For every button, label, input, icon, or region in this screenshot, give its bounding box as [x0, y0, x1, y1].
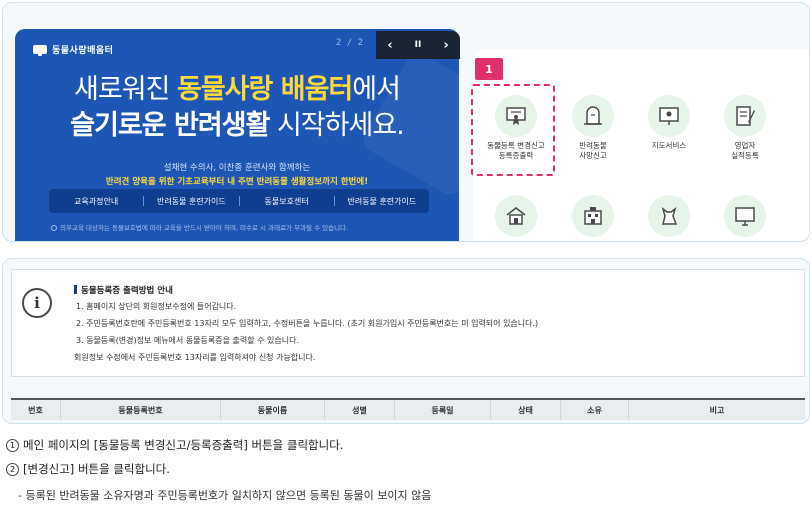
instruction-step-1: 1 메인 페이지의 [동물등록 변경신고/등록증출력] 버튼을 클릭합니다.: [6, 437, 343, 453]
table-header-reg-date: 등록일: [395, 400, 491, 420]
guide-line: 3. 동물등록(변경)정보 메뉴에서 동물등록증을 출력할 수 있습니다.: [76, 336, 300, 345]
banner-subtitle-highlight: 반려견 양육을 위한 기초교육부터 내 주변 반려동물 생활정보까지 한번에!: [105, 177, 369, 187]
banner-menu-item-shelter[interactable]: 동물보호센터: [240, 196, 334, 207]
instruction-step-2: 2 [변경신고] 버튼을 클릭합니다.: [6, 461, 170, 477]
next-slide-button[interactable]: ›: [432, 31, 460, 59]
info-icon: i: [22, 288, 52, 318]
graduation-cap-icon: [33, 45, 47, 56]
banner-menu-item-course[interactable]: 교육과정안내: [49, 196, 143, 207]
pause-slide-button[interactable]: II: [404, 31, 432, 59]
registration-page-screenshot: i 동물등록증 출력방법 안내 1. 홈페이지 상단의 회원정보수정에 들어갑니…: [2, 258, 810, 424]
banner-controls: ‹ II ›: [376, 31, 460, 59]
banner-subtitle: 설채현 수의사, 이찬종 훈련사와 함께하는: [163, 163, 311, 173]
guide-title: 동물등록증 출력방법 안내: [74, 284, 173, 296]
banner-menu: 교육과정안내 반려동물 훈련가이드 동물보호센터 반려동물 훈련가이드: [49, 189, 429, 213]
monitor-icon: [724, 195, 766, 237]
banner-menu-item-training-guide[interactable]: 반려동물 훈련가이드: [144, 196, 238, 207]
service-death-report[interactable]: 반려동물 사망신고: [554, 95, 632, 161]
table-header-status: 상태: [491, 400, 561, 420]
guide-box: i 동물등록증 출력방법 안내 1. 홈페이지 상단의 회원정보수정에 들어갑니…: [11, 269, 805, 377]
highlight-box: [471, 84, 555, 176]
main-banner[interactable]: 동물사랑배움터 2 / 2 새로워진 동물사랑 배움터에서 슬기로운 반려생활 …: [15, 29, 459, 241]
service-label: 반려동물 사망신고: [579, 141, 607, 161]
gravestone-icon: [572, 95, 614, 137]
service-label: 지도서비스: [651, 141, 687, 150]
table-header-name: 동물이름: [221, 400, 325, 420]
service-business-record[interactable]: 영업자 실적등록: [706, 95, 784, 161]
service-facility[interactable]: [554, 195, 632, 237]
guide-line: 회원정보 수정에서 주민등록번호 13자리를 입력하셔야 신청 가능합니다.: [74, 353, 316, 362]
banner-menu-item-training-guide-2[interactable]: 반려동물 훈련가이드: [335, 196, 429, 207]
banner-notice: 의무교육 대상자는 동물보호법에 따라 교육을 반드시 받아야 하며, 미수료 …: [51, 222, 348, 232]
service-shelter[interactable]: [477, 195, 555, 237]
step-number: 2: [6, 463, 19, 476]
building-icon: [572, 195, 614, 237]
banner-headline-1: 새로워진 동물사랑 배움터에서: [74, 74, 401, 105]
site-logo-text: 동물사랑배움터: [52, 46, 114, 56]
map-board-icon: [648, 95, 690, 137]
table-header-gender: 성별: [325, 400, 395, 420]
prev-slide-button[interactable]: ‹: [376, 31, 404, 59]
instruction-note: - 등록된 반려동물 소유자명과 주민등록번호가 일치하지 않으면 등록된 동물…: [18, 489, 432, 502]
banner-pager: 2 / 2: [335, 38, 363, 48]
table-header-owner: 소유: [561, 400, 629, 420]
service-animal[interactable]: [630, 195, 708, 237]
headline-emphasis: 동물사랑 배움터: [176, 74, 353, 105]
table-header-number: 번호: [11, 400, 61, 420]
site-logo[interactable]: 동물사랑배움터: [33, 43, 113, 56]
guide-line: 1. 홈페이지 상단의 회원정보수정에 들어갑니다.: [76, 302, 237, 311]
service-online[interactable]: [706, 195, 784, 237]
guide-line: 2. 주민등록번호란에 주민등록번호 13자리 모두 입력하고, 수정버튼을 누…: [76, 319, 539, 328]
info-dot-icon: [51, 225, 57, 231]
table-header-reg-number: 동물등록번호: [61, 400, 221, 420]
banner-headline-2: 슬기로운 반려생활 시작하세요.: [70, 110, 405, 141]
service-map[interactable]: 지도서비스: [630, 95, 708, 151]
house-icon: [495, 195, 537, 237]
main-page-screenshot: 동물사랑배움터 2 / 2 새로워진 동물사랑 배움터에서 슬기로운 반려생활 …: [2, 2, 810, 242]
cat-icon: [648, 195, 690, 237]
document-pen-icon: [724, 95, 766, 137]
step-marker-badge: 1: [475, 58, 503, 80]
headline-emphasis-2: 슬기로운 반려생활: [70, 110, 270, 141]
step-number: 1: [6, 439, 19, 452]
registration-table-header: 번호 동물등록번호 동물이름 성별 등록일 상태 소유 비고: [11, 398, 805, 420]
service-label: 영업자 실적등록: [731, 141, 759, 161]
table-header-remarks: 비고: [709, 405, 725, 415]
